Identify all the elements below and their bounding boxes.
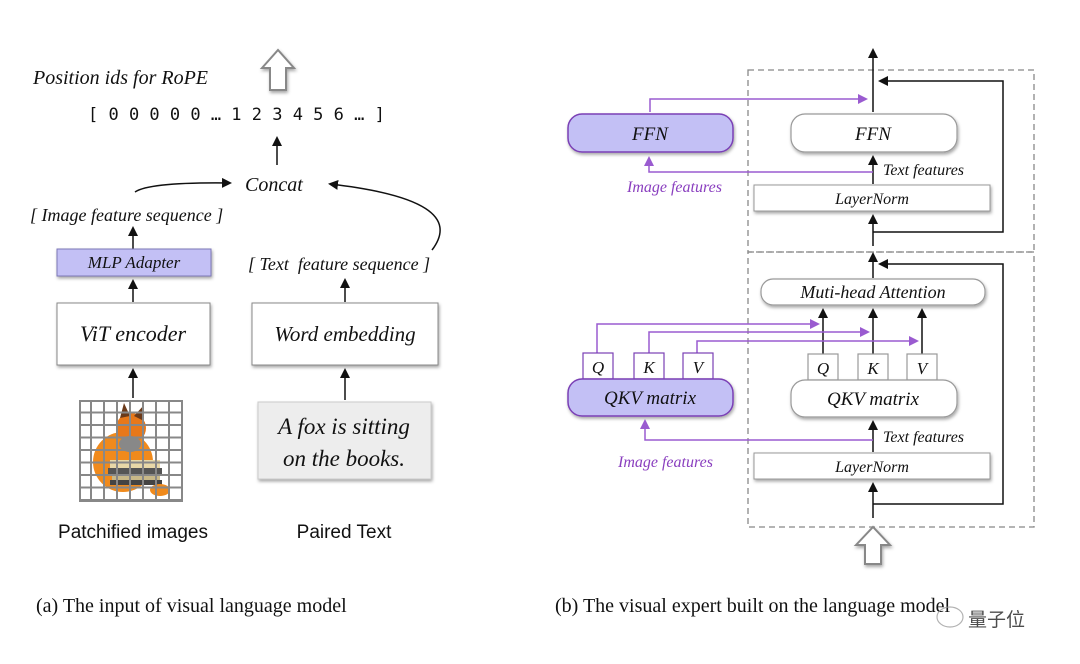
paired-text-line2: on the books. [283, 446, 405, 471]
text-features-bottom: Text features [883, 429, 964, 446]
ffn-image-label: FFN [631, 124, 669, 145]
vit-encoder-label: ViT encoder [80, 321, 187, 346]
text-feature-sequence: [ Text feature sequence ] [248, 254, 430, 274]
panel-b: FFN FFN Text features Image features Lay… [555, 48, 1035, 631]
layernorm-bottom-label: LayerNorm [834, 459, 909, 476]
ffn-text-label: FFN [854, 124, 892, 145]
image-feature-sequence: [ Image feature sequence ] [30, 205, 223, 225]
caption-b: (b) The visual expert built on the langu… [555, 595, 951, 617]
image-features-to-qkv-arrow [640, 419, 873, 441]
image-features-bottom: Image features [617, 454, 713, 471]
ffn-block-container [747, 69, 1035, 253]
patchified-images-label: Patchified images [58, 522, 208, 543]
layernorm-top-label: LayerNorm [834, 191, 909, 208]
image-features-top: Image features [626, 179, 722, 196]
attention-label: Muti-head Attention [799, 282, 945, 302]
k-image-arrow [648, 327, 870, 355]
rope-label: Position ids for RoPE [32, 67, 208, 89]
k-text-label: K [866, 359, 880, 378]
text-features-top: Text features [883, 162, 964, 179]
watermark: 量子位 [936, 606, 1025, 631]
paired-text-label: Paired Text [297, 522, 392, 543]
image-to-concat-arrow [134, 177, 232, 193]
output-up-arrow-icon [259, 48, 297, 91]
concat-label: Concat [245, 174, 303, 196]
k-image-label: K [642, 358, 656, 377]
position-ids: [ 0 0 0 0 0 … 1 2 3 4 5 6 … ] [88, 105, 385, 125]
text-to-concat-arrow [328, 179, 441, 251]
architecture-diagram: Position ids for RoPE [ 0 0 0 0 0 … 1 2 … [30, 48, 1035, 631]
panel-a: Position ids for RoPE [ 0 0 0 0 0 … 1 2 … [30, 48, 441, 617]
qkv-image-label: QKV matrix [604, 388, 697, 409]
image-ffn-output-arrow [649, 94, 868, 112]
input-up-arrow-icon [853, 525, 893, 565]
patchified-image [79, 400, 183, 502]
q-image-label: Q [592, 358, 604, 377]
paired-text-line1: A fox is sitting [276, 414, 410, 439]
word-embedding-label: Word embedding [274, 322, 415, 346]
q-image-arrow [596, 319, 820, 355]
q-text-label: Q [817, 359, 829, 378]
watermark-text: 量子位 [968, 609, 1025, 631]
v-image-arrow [696, 336, 919, 355]
mlp-adapter-label: MLP Adapter [87, 253, 181, 272]
caption-a: (a) The input of visual language model [36, 595, 347, 617]
image-features-to-ffn-arrow [644, 156, 873, 173]
qkv-text-label: QKV matrix [827, 389, 920, 410]
